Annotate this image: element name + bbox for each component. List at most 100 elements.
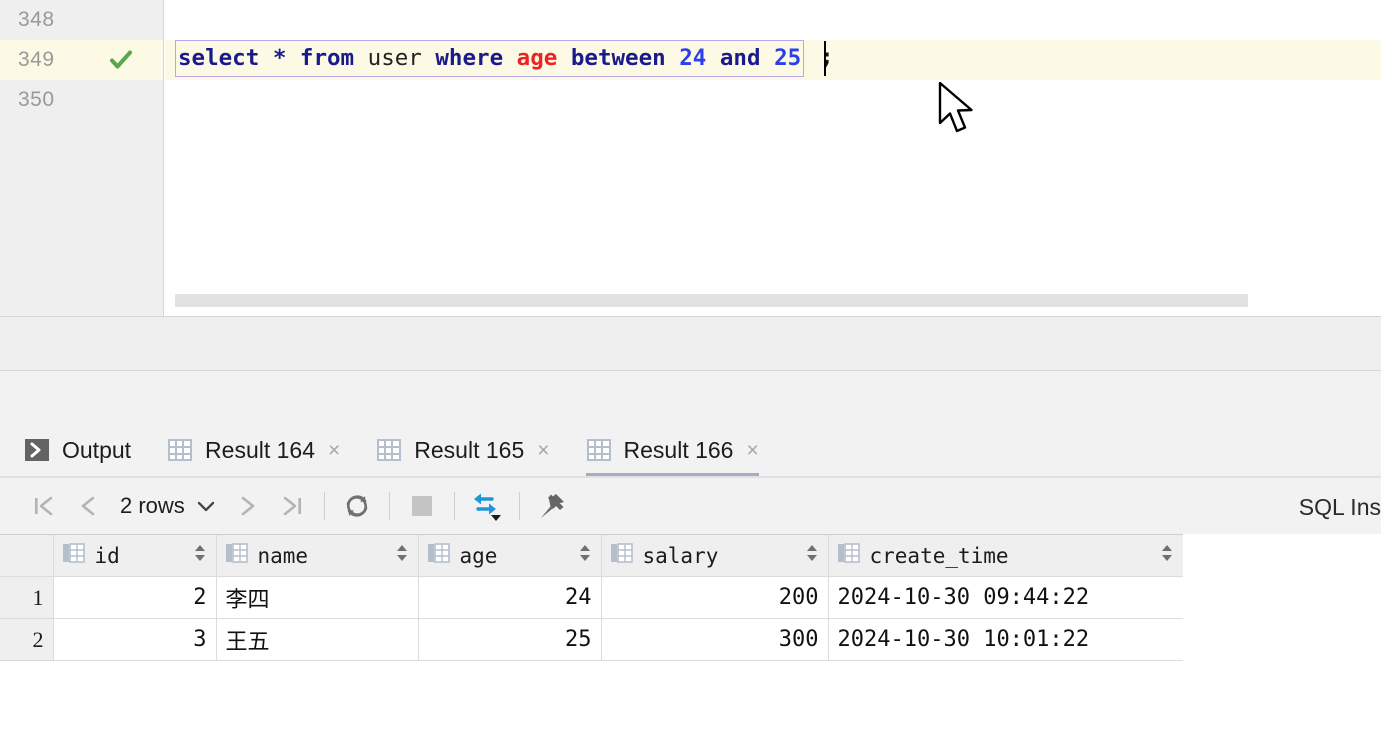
sort-arrows-icon[interactable]: [578, 542, 592, 569]
next-page-icon[interactable]: [226, 484, 270, 528]
cell-name[interactable]: 王五: [216, 619, 418, 661]
line-number: 348: [18, 8, 55, 32]
line-number: 349: [18, 48, 55, 72]
grid-top-border: [0, 534, 1381, 535]
column-name: salary: [643, 544, 719, 568]
toolbar-separator: [389, 492, 390, 520]
line-number: 350: [18, 88, 55, 112]
statement-selection-box[interactable]: select * from user where age between 24 …: [175, 40, 804, 77]
prev-page-icon[interactable]: [66, 484, 110, 528]
cell-name[interactable]: 李四: [216, 577, 418, 619]
column-icon: [63, 543, 85, 568]
pin-icon[interactable]: [530, 484, 574, 528]
token-select: select: [178, 45, 259, 71]
editor-hscroll-thumb[interactable]: [175, 294, 1248, 307]
column-header-create-time[interactable]: create_time: [828, 535, 1183, 577]
column-header-name[interactable]: name: [216, 535, 418, 577]
sql-editor[interactable]: 348 349 350 select * from user where age…: [0, 0, 1381, 317]
column-icon: [428, 543, 450, 568]
tab-label: Result 165: [414, 437, 524, 464]
tab-output[interactable]: Output: [24, 422, 139, 478]
row-count-label: 2 rows: [120, 493, 185, 519]
grid-empty-space: [1183, 534, 1381, 748]
toolbar-separator: [454, 492, 455, 520]
first-page-icon[interactable]: [22, 484, 66, 528]
token-column-age: age: [517, 45, 558, 71]
table-header-row: id: [0, 535, 1183, 577]
row-number-header: [0, 535, 53, 577]
result-grid-toolbar[interactable]: 2 rows: [0, 478, 1381, 534]
column-icon: [226, 543, 248, 568]
green-check-icon[interactable]: [108, 47, 134, 73]
token-number-low: 24: [679, 45, 706, 71]
token-between: between: [571, 45, 666, 71]
result-grid-icon: [586, 438, 612, 462]
cell-salary[interactable]: 200: [601, 577, 828, 619]
gutter-line-349: 349: [0, 40, 163, 80]
cell-id[interactable]: 3: [53, 619, 216, 661]
tab-label: Result 166: [624, 437, 734, 464]
column-icon: [838, 543, 860, 568]
row-count-dropdown[interactable]: 2 rows: [110, 493, 226, 519]
token-semicolon: ;: [820, 46, 834, 69]
refresh-icon[interactable]: [335, 484, 379, 528]
sql-inspection-label[interactable]: SQL Ins: [1299, 494, 1381, 521]
tab-result-164[interactable]: Result 164 ×: [167, 422, 348, 478]
tab-label: Output: [62, 437, 131, 464]
column-icon: [611, 543, 633, 568]
sql-statement: select * from user where age between 24 …: [178, 47, 801, 70]
stop-icon[interactable]: [400, 484, 444, 528]
last-page-icon[interactable]: [270, 484, 314, 528]
toolbar-separator: [519, 492, 520, 520]
results-tab-bar[interactable]: Output Result 164 ×: [0, 422, 1381, 478]
tab-close-icon[interactable]: ×: [537, 440, 549, 461]
gutter-line-350: 350: [0, 80, 163, 120]
column-header-id[interactable]: id: [53, 535, 216, 577]
tab-result-166[interactable]: Result 166 ×: [586, 422, 767, 478]
token-and: and: [720, 45, 761, 71]
results-panel-header-strip: [0, 371, 1381, 422]
cell-id[interactable]: 2: [53, 577, 216, 619]
toolbar-separator: [324, 492, 325, 520]
editor-status-strip: [0, 317, 1381, 370]
column-header-salary[interactable]: salary: [601, 535, 828, 577]
editor-gutter[interactable]: 348 349 350: [0, 0, 164, 317]
arrow-cursor: [938, 82, 980, 141]
table-row[interactable]: 1 2 李四 24 200 2024-10-30 09:44:22: [0, 577, 1183, 619]
token-table-name: user: [368, 45, 422, 71]
table-row[interactable]: 2 3 王五 25 300 2024-10-30 10:01:22: [0, 619, 1183, 661]
token-star: *: [273, 45, 287, 71]
cell-create-time[interactable]: 2024-10-30 10:01:22: [828, 619, 1183, 661]
column-name: age: [460, 544, 498, 568]
results-table[interactable]: id: [0, 534, 1184, 661]
cell-age[interactable]: 25: [418, 619, 601, 661]
sql-ide-window: 348 349 350 select * from user where age…: [0, 0, 1381, 748]
sort-arrows-icon[interactable]: [805, 542, 819, 569]
column-name: id: [95, 544, 120, 568]
tab-label: Result 164: [205, 437, 315, 464]
result-grid-icon: [376, 438, 402, 462]
cell-salary[interactable]: 300: [601, 619, 828, 661]
cell-create-time[interactable]: 2024-10-30 09:44:22: [828, 577, 1183, 619]
chevron-down-icon: [196, 493, 216, 519]
transpose-arrows-icon[interactable]: [465, 484, 509, 528]
sort-arrows-icon[interactable]: [1160, 542, 1174, 569]
result-grid-icon: [167, 438, 193, 462]
sort-arrows-icon[interactable]: [193, 542, 207, 569]
editor-text-area[interactable]: select * from user where age between 24 …: [165, 0, 1381, 317]
token-number-high: 25: [774, 45, 801, 71]
cell-age[interactable]: 24: [418, 577, 601, 619]
sort-arrows-icon[interactable]: [395, 542, 409, 569]
result-data-grid[interactable]: id: [0, 534, 1381, 748]
column-header-age[interactable]: age: [418, 535, 601, 577]
tab-close-icon[interactable]: ×: [328, 440, 340, 461]
row-number: 2: [0, 619, 53, 661]
tab-close-icon[interactable]: ×: [746, 440, 758, 461]
row-number: 1: [0, 577, 53, 619]
text-caret: [824, 41, 826, 76]
console-output-icon: [24, 437, 50, 463]
token-where: where: [435, 45, 503, 71]
tab-result-165[interactable]: Result 165 ×: [376, 422, 557, 478]
token-from: from: [300, 45, 354, 71]
gutter-line-348: 348: [0, 0, 163, 40]
